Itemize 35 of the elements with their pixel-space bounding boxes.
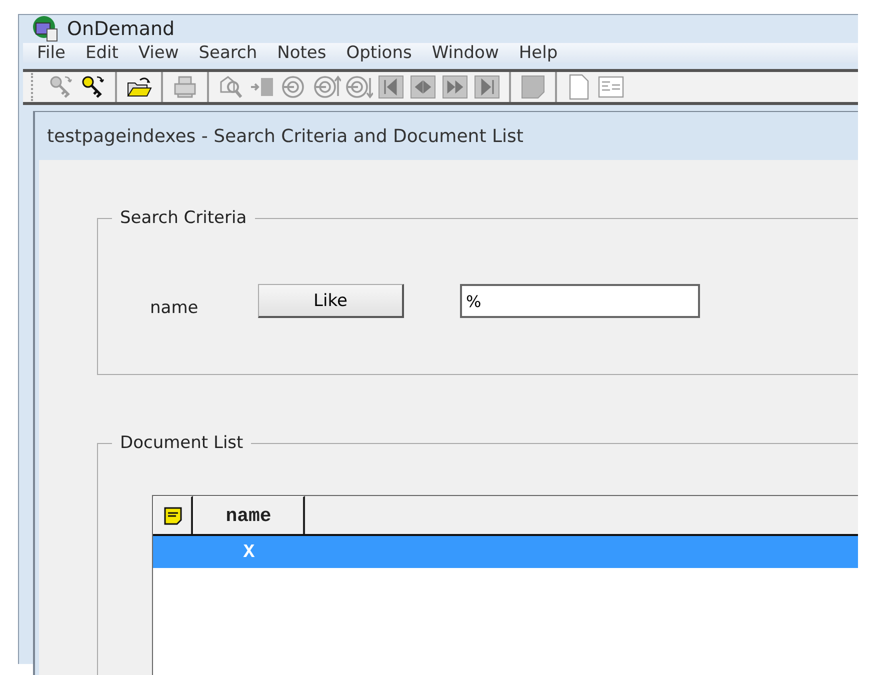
menu-item[interactable]: Options	[336, 43, 422, 63]
folder-icon	[126, 75, 152, 99]
group-title: Document List	[119, 433, 244, 453]
field-label: name	[150, 298, 200, 318]
note-page-icon	[520, 74, 546, 100]
value-field[interactable]: %	[460, 284, 700, 318]
page-nav-icon	[442, 74, 468, 100]
target-icon	[345, 74, 373, 100]
child-window-title: testpageindexes - Search Criteria and Document List	[46, 124, 524, 148]
blank-page-icon	[568, 74, 590, 100]
app-icon	[31, 15, 59, 43]
form-icon	[598, 75, 624, 99]
page-nav-icon	[474, 74, 500, 100]
menu-item[interactable]: Edit	[75, 43, 128, 63]
page-nav-icon	[410, 74, 436, 100]
operator-button[interactable]: Like	[258, 284, 404, 318]
menu-item[interactable]: Notes	[267, 43, 336, 63]
insert-page-icon	[250, 75, 276, 99]
note-icon	[162, 506, 182, 526]
column-header[interactable]	[153, 496, 193, 534]
magnifier-icon	[218, 74, 244, 100]
menu-item[interactable]: View	[128, 43, 189, 63]
window-title: OnDemand	[67, 18, 175, 40]
menu-item[interactable]: Search	[188, 43, 268, 63]
group-title: Search Criteria	[119, 208, 248, 228]
menu-item[interactable]: Window	[422, 43, 509, 63]
page-nav-icon	[378, 74, 404, 100]
column-header[interactable]: name	[193, 496, 305, 534]
key-icon	[80, 74, 106, 100]
table-cell-text: X	[242, 541, 256, 563]
printer-icon	[172, 75, 198, 99]
menu-item[interactable]: Help	[508, 43, 568, 63]
target-icon	[313, 74, 341, 100]
key-icon	[48, 74, 74, 100]
menu-item[interactable]: File	[27, 43, 76, 63]
